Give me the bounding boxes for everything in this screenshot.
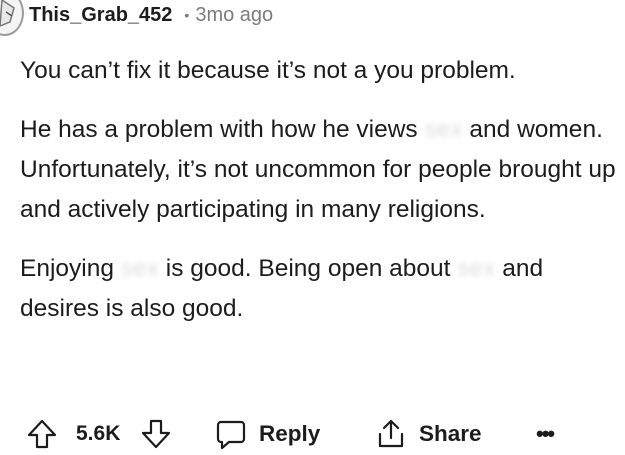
paragraph-2-text-a: He has a problem with how he views <box>20 116 425 143</box>
speech-bubble-icon <box>216 420 246 450</box>
comment-actions: 5.6K Reply Share ••• <box>0 413 625 455</box>
downvote-button[interactable] <box>140 413 172 455</box>
paragraph-2: He has a problem with how he views sex a… <box>20 110 620 230</box>
comment-meta: This_Grab_452 • 3mo ago <box>29 0 273 30</box>
share-button[interactable]: Share <box>375 413 482 455</box>
comment: This_Grab_452 • 3mo ago You can’t fix it… <box>0 0 625 455</box>
avatar[interactable] <box>0 0 24 36</box>
paragraph-1: You can’t fix it because it’s not a you … <box>20 51 620 91</box>
arrow-up-icon <box>27 419 57 449</box>
meta-separator: • <box>184 7 190 23</box>
vote-score: 5.6K <box>76 422 121 445</box>
reply-button[interactable]: Reply <box>215 413 320 455</box>
reply-label: Reply <box>259 421 321 446</box>
comment-body: You can’t fix it because it’s not a you … <box>20 51 620 348</box>
redacted-word[interactable]: sex <box>457 249 495 289</box>
share-label: Share <box>419 421 482 446</box>
paragraph-3: Enjoying sex is good. Being open about s… <box>20 249 620 329</box>
timestamp[interactable]: 3mo ago <box>195 4 273 27</box>
redacted-word[interactable]: sex <box>121 249 159 289</box>
upvote-button[interactable] <box>26 413 58 455</box>
redacted-word[interactable]: sex <box>424 110 462 150</box>
share-icon <box>378 419 404 448</box>
arrow-down-icon <box>141 419 171 449</box>
paragraph-3-text-a: Enjoying <box>20 255 121 282</box>
paragraph-3-text-b: is good. Being open about <box>158 255 458 282</box>
username-link[interactable]: This_Grab_452 <box>29 4 172 27</box>
more-options-button[interactable]: ••• <box>536 413 555 455</box>
paragraph-1-text: You can’t fix it because it’s not a you … <box>20 57 516 84</box>
avatar-icon <box>0 0 15 27</box>
